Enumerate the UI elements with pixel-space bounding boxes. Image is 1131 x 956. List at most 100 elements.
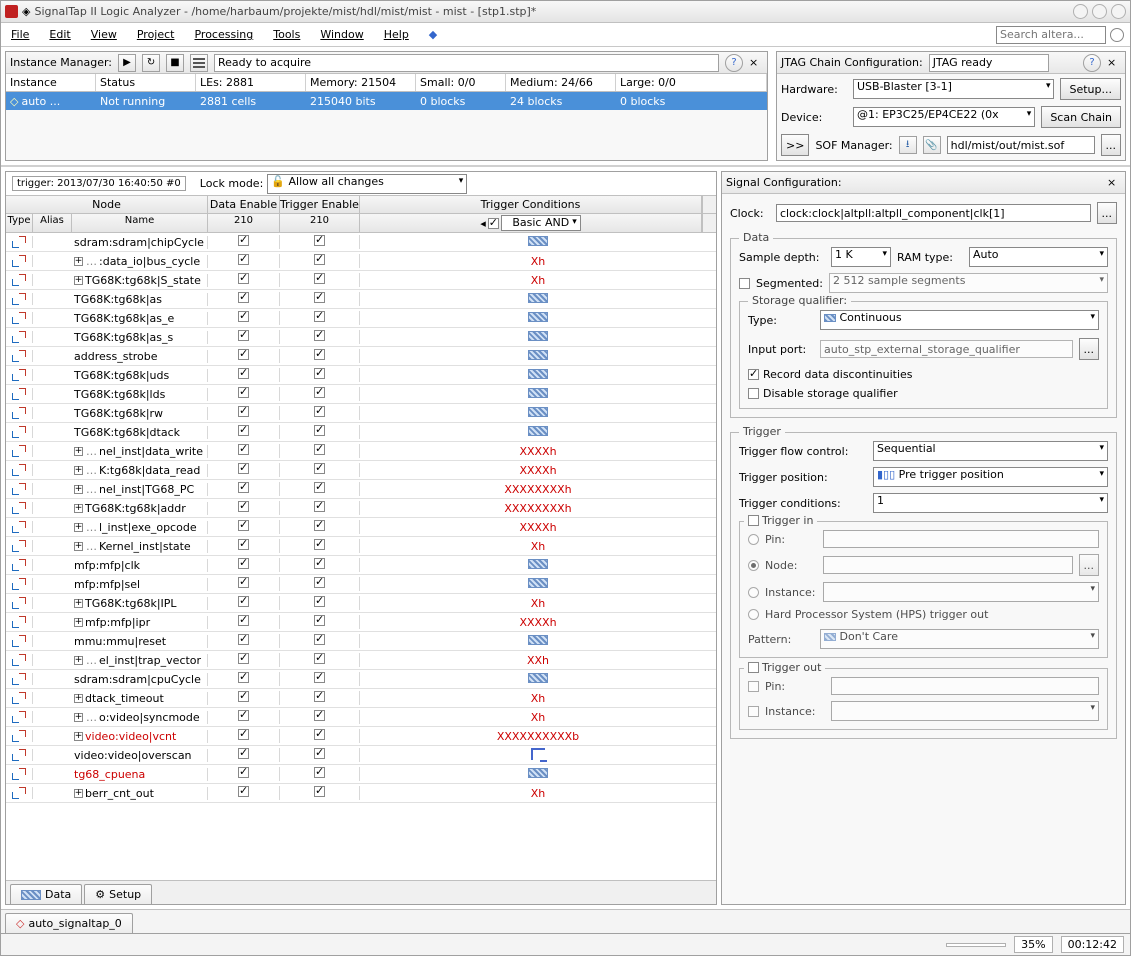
trigger-enable-checkbox[interactable]	[280, 254, 360, 268]
signal-name[interactable]: TG68K:tg68k|as_s	[72, 331, 208, 344]
pattern-select[interactable]: Don't Care	[820, 629, 1099, 649]
trigger-enable-checkbox[interactable]	[280, 615, 360, 629]
data-enable-checkbox[interactable]	[208, 710, 280, 724]
data-enable-checkbox[interactable]	[208, 463, 280, 477]
signal-name[interactable]: sdram:sdram|cpuCycle	[72, 673, 208, 686]
table-row[interactable]: +…Kernel_inst|stateXh	[6, 537, 716, 556]
signal-name[interactable]: TG68K:tg68k|rw	[72, 407, 208, 420]
pin-radio[interactable]	[748, 534, 759, 545]
data-enable-checkbox[interactable]	[208, 330, 280, 344]
signal-name[interactable]: +mfp:mfp|ipr	[72, 616, 208, 629]
trigger-enable-checkbox[interactable]	[280, 558, 360, 572]
signal-name[interactable]: +…K:tg68k|data_read	[72, 464, 208, 477]
trigger-in-checkbox[interactable]	[748, 515, 759, 526]
data-enable-checkbox[interactable]	[208, 425, 280, 439]
maximize-button[interactable]	[1092, 4, 1107, 19]
menu-project[interactable]: Project	[133, 26, 179, 43]
expand-icon[interactable]: +	[74, 447, 83, 456]
table-row[interactable]: +…o:video|syncmodeXh	[6, 708, 716, 727]
trigger-enable-checkbox[interactable]	[280, 596, 360, 610]
data-enable-checkbox[interactable]	[208, 786, 280, 800]
signal-name[interactable]: tg68_cpuena	[72, 768, 208, 781]
trigger-condition-cell[interactable]: XXXXh	[360, 521, 716, 534]
expand-icon[interactable]: +	[74, 257, 83, 266]
table-row[interactable]: sdram:sdram|cpuCycle	[6, 670, 716, 689]
trigger-condition-cell[interactable]: XXXXXXXXh	[360, 502, 716, 515]
trigger-condition-cell[interactable]: Xh	[360, 274, 716, 287]
signal-name[interactable]: mfp:mfp|clk	[72, 559, 208, 572]
trigger-enable-checkbox[interactable]	[280, 463, 360, 477]
table-row[interactable]: sdram:sdram|chipCycle	[6, 233, 716, 252]
trigger-condition-cell[interactable]	[360, 768, 716, 781]
trigger-enable-checkbox[interactable]	[280, 501, 360, 515]
trigger-condition-cell[interactable]: Xh	[360, 711, 716, 724]
expand-icon[interactable]: +	[74, 276, 83, 285]
trigger-condition-cell[interactable]	[360, 407, 716, 420]
table-row[interactable]: TG68K:tg68k|dtack	[6, 423, 716, 442]
table-row[interactable]: video:video|overscan	[6, 746, 716, 765]
help-icon[interactable]: ◆	[425, 26, 441, 43]
table-row[interactable]: +…:data_io|bus_cycleXh	[6, 252, 716, 271]
table-row[interactable]: mfp:mfp|sel	[6, 575, 716, 594]
attach-icon[interactable]: 📎	[923, 136, 941, 154]
stop-button[interactable]: ■	[166, 54, 184, 72]
list-button[interactable]	[190, 54, 208, 72]
table-row[interactable]: TG68K:tg68k|lds	[6, 385, 716, 404]
input-port-input[interactable]	[820, 340, 1073, 358]
trigger-condition-cell[interactable]	[360, 559, 716, 572]
trigger-condition-cell[interactable]	[360, 369, 716, 382]
table-row[interactable]: TG68K:tg68k|uds	[6, 366, 716, 385]
search-icon[interactable]	[1110, 28, 1124, 42]
data-enable-checkbox[interactable]	[208, 634, 280, 648]
data-enable-checkbox[interactable]	[208, 273, 280, 287]
search-input[interactable]	[996, 26, 1106, 44]
imh-large[interactable]: Large: 0/0	[616, 74, 767, 91]
trigger-condition-cell[interactable]: Xh	[360, 540, 716, 553]
trigger-enable-checkbox[interactable]	[280, 482, 360, 496]
close-icon[interactable]: ×	[1107, 56, 1121, 70]
menu-file[interactable]: File	[7, 26, 33, 43]
input-port-browse[interactable]: ...	[1079, 338, 1100, 360]
disable-storage-checkbox[interactable]	[748, 388, 759, 399]
trigger-enable-checkbox[interactable]	[280, 634, 360, 648]
hps-radio[interactable]	[748, 609, 759, 620]
trigger-enable-checkbox[interactable]	[280, 767, 360, 781]
trigger-enable-checkbox[interactable]	[280, 672, 360, 686]
storage-type-select[interactable]: Continuous	[820, 310, 1099, 330]
data-enable-checkbox[interactable]	[208, 596, 280, 610]
trigger-condition-cell[interactable]: Xh	[360, 692, 716, 705]
sof-path-input[interactable]	[947, 136, 1095, 154]
signal-name[interactable]: +…el_inst|trap_vector	[72, 654, 208, 667]
table-row[interactable]: +TG68K:tg68k|S_stateXh	[6, 271, 716, 290]
expand-icon[interactable]: +	[74, 656, 83, 665]
data-enable-checkbox[interactable]	[208, 691, 280, 705]
conditions-select[interactable]: 1	[873, 493, 1108, 513]
more-button[interactable]: >>	[781, 134, 809, 156]
signal-name[interactable]: +dtack_timeout	[72, 692, 208, 705]
signal-name[interactable]: TG68K:tg68k|uds	[72, 369, 208, 382]
data-enable-checkbox[interactable]	[208, 501, 280, 515]
table-row[interactable]: mfp:mfp|clk	[6, 556, 716, 575]
trigger-condition-cell[interactable]	[360, 350, 716, 363]
imh-les[interactable]: LEs: 2881	[196, 74, 306, 91]
menu-help[interactable]: Help	[380, 26, 413, 43]
trigger-enable-checkbox[interactable]	[280, 425, 360, 439]
chevron-left-icon[interactable]: ◂	[480, 217, 486, 230]
data-enable-checkbox[interactable]	[208, 254, 280, 268]
trigger-enable-checkbox[interactable]	[280, 729, 360, 743]
trigger-enable-checkbox[interactable]	[280, 691, 360, 705]
signal-name[interactable]: video:video|overscan	[72, 749, 208, 762]
trigger-enable-checkbox[interactable]	[280, 368, 360, 382]
data-enable-checkbox[interactable]	[208, 387, 280, 401]
minimize-button[interactable]	[1073, 4, 1088, 19]
browse-button[interactable]: ...	[1101, 134, 1122, 156]
data-enable-checkbox[interactable]	[208, 558, 280, 572]
tab-data[interactable]: Data	[10, 884, 82, 904]
signal-name[interactable]: mfp:mfp|sel	[72, 578, 208, 591]
signal-name[interactable]: TG68K:tg68k|lds	[72, 388, 208, 401]
trigger-condition-cell[interactable]: Xh	[360, 255, 716, 268]
expand-icon[interactable]: +	[74, 485, 83, 494]
expand-icon[interactable]: +	[74, 618, 83, 627]
trigger-condition-cell[interactable]: Xh	[360, 787, 716, 800]
trigger-condition-cell[interactable]: XXh	[360, 654, 716, 667]
